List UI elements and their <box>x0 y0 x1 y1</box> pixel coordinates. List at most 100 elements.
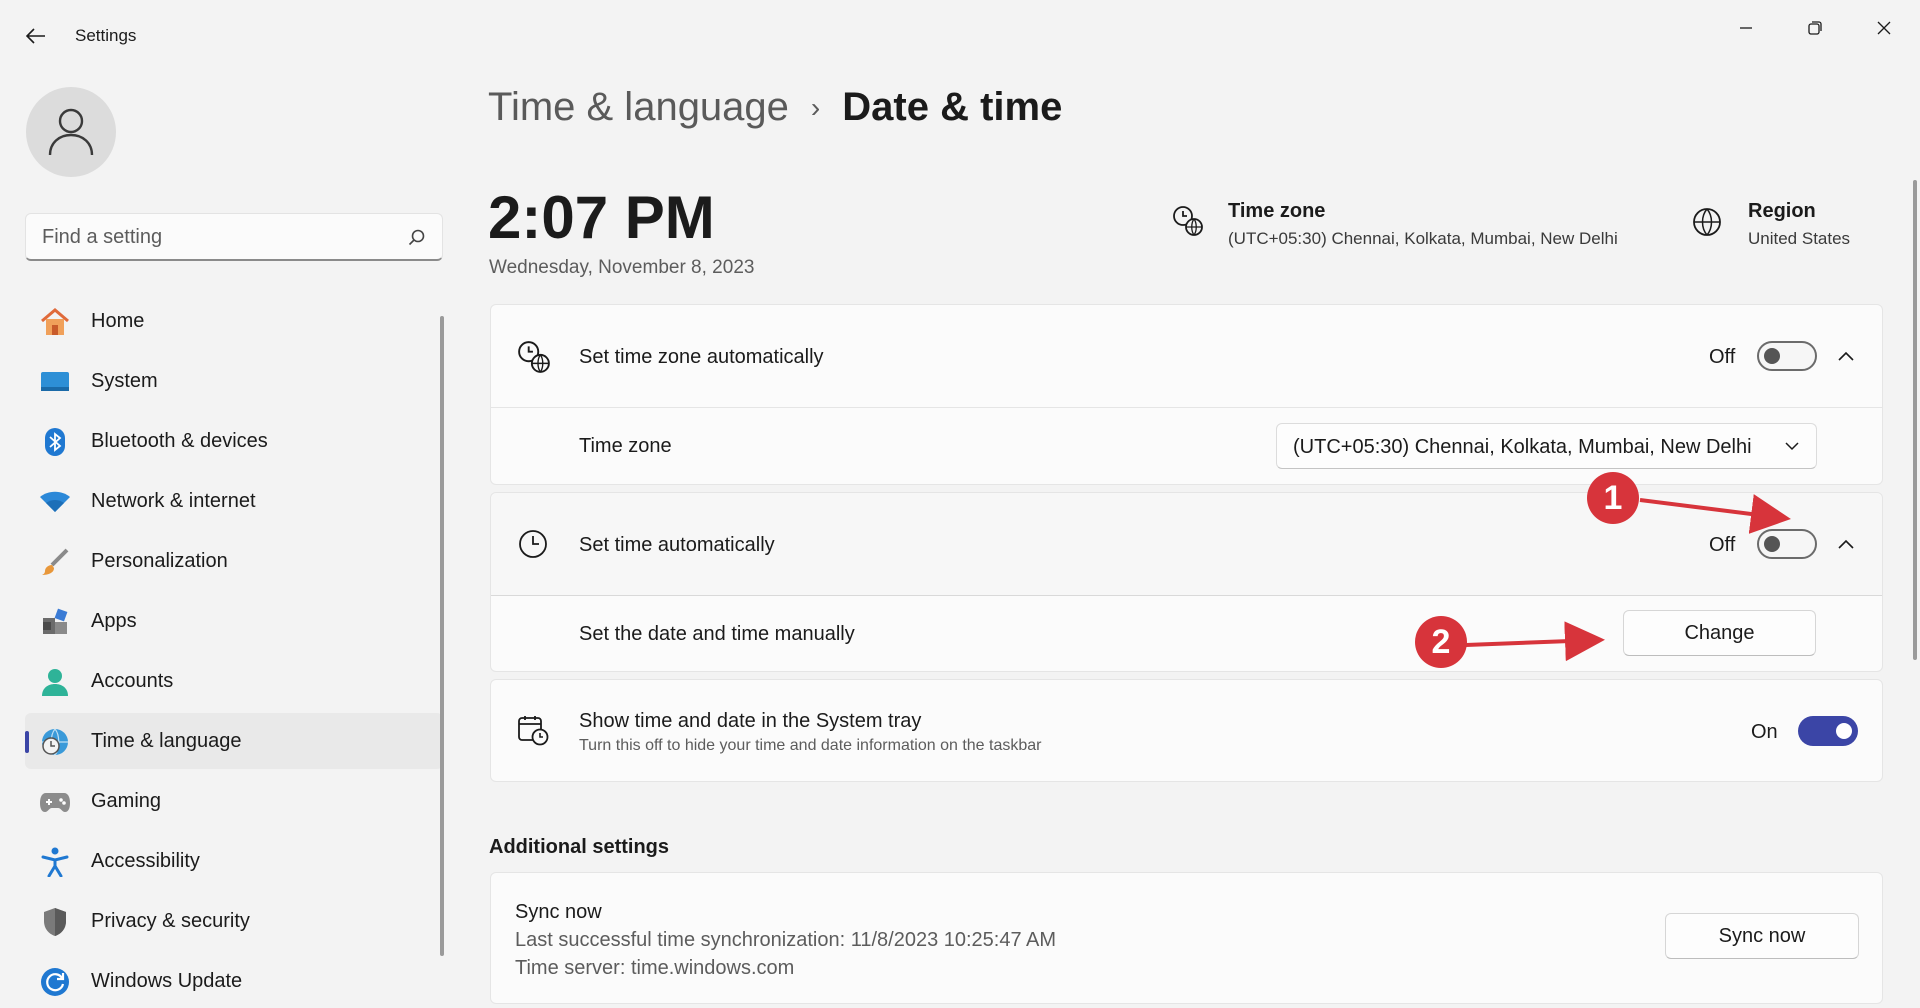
back-arrow-icon <box>26 28 45 44</box>
sidebar-item-label: Personalization <box>91 549 228 572</box>
minimize-icon <box>1740 27 1752 29</box>
timezone-auto-toggle[interactable] <box>1757 341 1817 371</box>
page-title: Date & time <box>842 85 1063 129</box>
time-auto-expand-button[interactable] <box>1826 524 1866 564</box>
sidebar-item-time-language[interactable]: Time & language <box>25 713 443 769</box>
set-timezone-auto-row[interactable]: Set time zone automatically Off <box>491 305 1882 407</box>
system-tray-row[interactable]: Show time and date in the System tray Tu… <box>491 680 1882 783</box>
sidebar-item-apps[interactable]: Apps <box>25 593 443 649</box>
system-tray-description: Turn this off to hide your time and date… <box>579 737 1042 754</box>
timezone-dropdown-value: (UTC+05:30) Chennai, Kolkata, Mumbai, Ne… <box>1293 436 1752 458</box>
search-box[interactable] <box>25 213 443 261</box>
sidebar-item-label: Apps <box>91 609 137 632</box>
sync-last-time: Last successful time synchronization: 11… <box>515 929 1057 951</box>
minimize-button[interactable] <box>1718 8 1774 48</box>
manual-time-row: Set the date and time manually Change <box>491 596 1882 672</box>
sidebar-item-label: Windows Update <box>91 969 243 992</box>
accessibility-icon <box>39 846 71 878</box>
sidebar-item-gaming[interactable]: Gaming <box>25 773 443 829</box>
restore-icon <box>1808 21 1822 35</box>
breadcrumb-parent[interactable]: Time & language <box>488 85 789 130</box>
timezone-select-label: Time zone <box>579 435 672 457</box>
close-button[interactable] <box>1856 8 1912 48</box>
sync-now-button[interactable]: Sync now <box>1665 913 1859 959</box>
title-bar: Settings <box>0 0 1920 72</box>
sidebar-item-accessibility[interactable]: Accessibility <box>25 833 443 889</box>
timezone-icon <box>1173 206 1203 236</box>
apps-icon <box>39 606 71 638</box>
manual-time-label: Set the date and time manually <box>579 623 855 645</box>
search-input[interactable] <box>42 224 402 250</box>
search-icon[interactable] <box>408 229 426 247</box>
timezone-card: Set time zone automatically Off Time zon… <box>490 304 1883 485</box>
system-tray-state: On <box>1751 721 1778 743</box>
active-indicator <box>25 731 29 753</box>
toggle-knob <box>1764 348 1780 364</box>
app-title: Settings <box>75 26 137 45</box>
system-tray-label: Show time and date in the System tray <box>579 710 922 732</box>
breadcrumb-separator: › <box>810 91 821 123</box>
close-icon <box>1877 21 1891 35</box>
sidebar-item-label: Accounts <box>91 669 174 692</box>
main-scrollbar[interactable] <box>1913 180 1917 660</box>
bluetooth-icon <box>39 426 71 458</box>
set-timezone-auto-label: Set time zone automatically <box>579 346 824 368</box>
timezone-dropdown[interactable]: (UTC+05:30) Chennai, Kolkata, Mumbai, Ne… <box>1276 423 1817 469</box>
avatar[interactable] <box>26 87 116 177</box>
sidebar-item-windows-update[interactable]: Windows Update <box>25 953 443 1008</box>
sync-card: Sync now Last successful time synchroniz… <box>490 872 1883 1004</box>
sidebar-nav: Home System Bluetooth & devices Network … <box>25 293 443 1008</box>
update-icon <box>39 966 71 998</box>
globe-icon <box>1693 208 1721 236</box>
sidebar-item-home[interactable]: Home <box>25 293 443 349</box>
wifi-icon <box>39 486 71 518</box>
system-tray-toggle[interactable] <box>1798 716 1858 746</box>
sidebar-item-label: Time & language <box>91 729 242 752</box>
sidebar-item-label: Accessibility <box>91 849 200 872</box>
change-button[interactable]: Change <box>1623 610 1816 656</box>
sidebar-item-label: System <box>91 369 158 392</box>
sidebar-item-label: Home <box>91 309 145 332</box>
sidebar-item-label: Network & internet <box>91 489 256 512</box>
timezone-title: Time zone <box>1228 200 1326 222</box>
sidebar-item-label: Privacy & security <box>91 909 250 932</box>
system-tray-card: Show time and date in the System tray Tu… <box>490 679 1883 782</box>
annotation-badge-1: 1 <box>1587 472 1639 524</box>
timezone-expand-button[interactable] <box>1826 336 1866 376</box>
timezone-auto-icon <box>518 341 550 373</box>
time-language-icon <box>39 726 71 758</box>
time-server: Time server: time.windows.com <box>515 957 795 979</box>
home-icon <box>39 306 71 338</box>
set-time-auto-row[interactable]: Set time automatically Off <box>491 493 1882 595</box>
restore-button[interactable] <box>1787 8 1843 48</box>
timezone-auto-state: Off <box>1709 346 1736 368</box>
chevron-up-icon <box>1838 539 1854 549</box>
brush-icon <box>39 546 71 578</box>
toggle-knob <box>1836 723 1852 739</box>
accounts-icon <box>39 666 71 698</box>
shield-icon <box>39 906 71 938</box>
sidebar-item-personalization[interactable]: Personalization <box>25 533 443 589</box>
chevron-down-icon <box>1785 442 1799 451</box>
timezone-value: (UTC+05:30) Chennai, Kolkata, Mumbai, Ne… <box>1228 229 1618 248</box>
sidebar-item-label: Bluetooth & devices <box>91 429 268 452</box>
system-icon <box>39 366 71 398</box>
sidebar-item-system[interactable]: System <box>25 353 443 409</box>
annotation-badge-2: 2 <box>1415 616 1467 668</box>
time-auto-card: Set time automatically Off Set the date … <box>490 492 1883 672</box>
time-auto-toggle[interactable] <box>1757 529 1817 559</box>
sidebar-item-network[interactable]: Network & internet <box>25 473 443 529</box>
breadcrumb: Time & language › Date & time <box>488 85 1062 130</box>
current-time: 2:07 PM <box>488 184 715 251</box>
calendar-clock-icon <box>518 716 549 746</box>
user-icon <box>48 108 94 156</box>
sidebar-item-bluetooth[interactable]: Bluetooth & devices <box>25 413 443 469</box>
sidebar-item-privacy[interactable]: Privacy & security <box>25 893 443 949</box>
toggle-knob <box>1764 536 1780 552</box>
sidebar-item-accounts[interactable]: Accounts <box>25 653 443 709</box>
region-title: Region <box>1748 200 1816 222</box>
sidebar-scrollbar[interactable] <box>440 316 444 956</box>
additional-settings-title: Additional settings <box>489 836 669 858</box>
back-button[interactable] <box>18 20 54 52</box>
set-time-auto-label: Set time automatically <box>579 534 775 556</box>
